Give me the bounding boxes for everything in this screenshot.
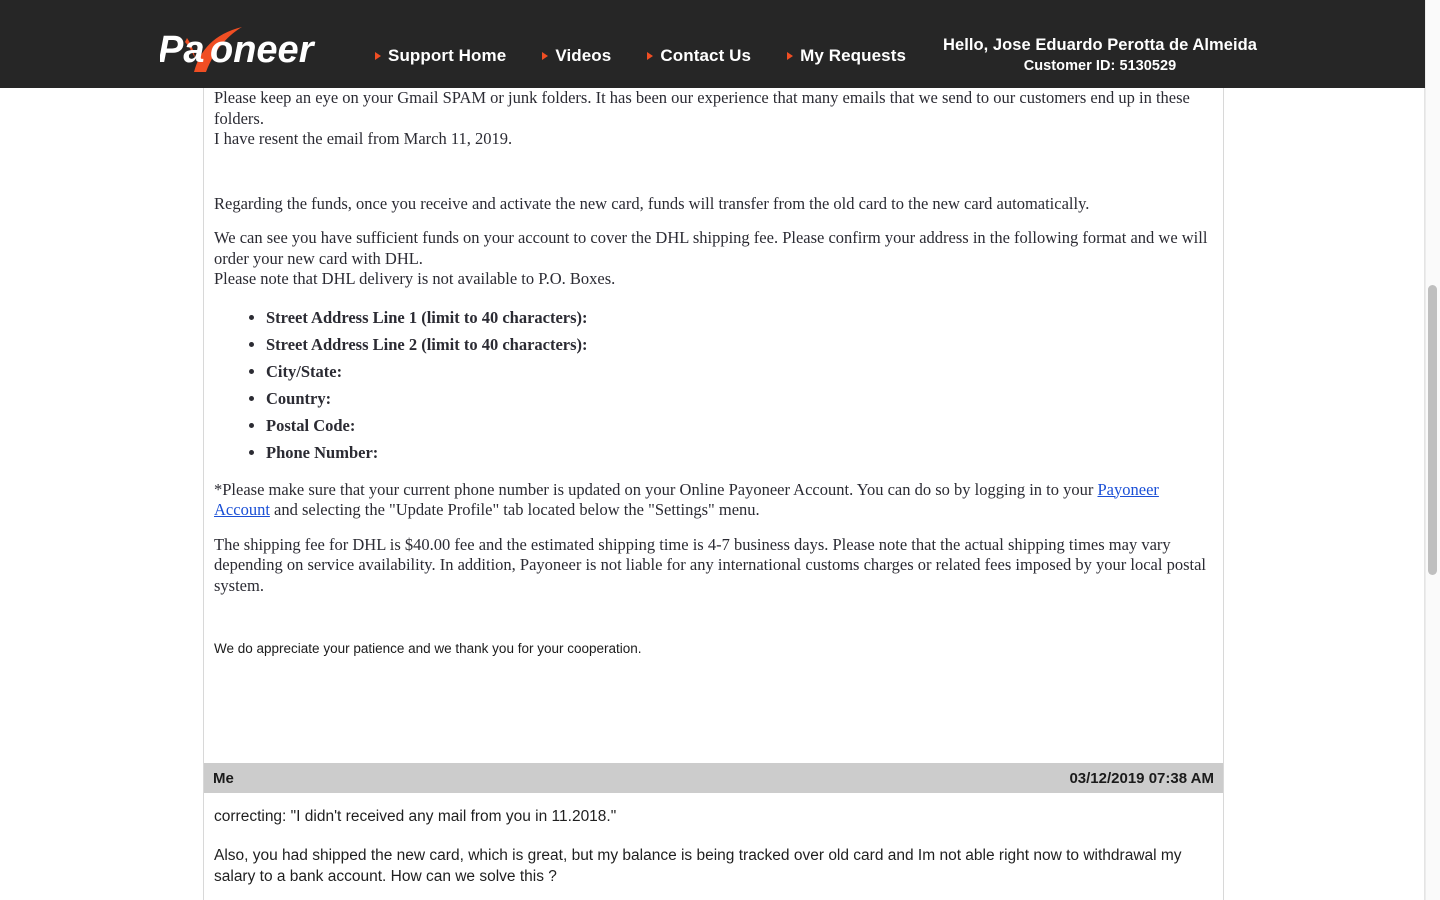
nav-item-videos[interactable]: Videos — [542, 46, 611, 66]
nav-item-label: My Requests — [800, 46, 907, 65]
svg-text:oneer: oneer — [210, 29, 316, 71]
agent-paragraph-5: Please note that DHL delivery is not ava… — [214, 269, 616, 288]
address-format-list: Street Address Line 1 (limit to 40 chara… — [214, 304, 1213, 466]
phone-note-text-before: *Please make sure that your current phon… — [214, 479, 1098, 499]
list-item: Street Address Line 1 (limit to 40 chara… — [266, 304, 1213, 331]
message-author: Me — [213, 769, 234, 787]
content-right-rule — [1223, 88, 1224, 900]
nav-item-label: Contact Us — [660, 46, 752, 65]
list-item: Postal Code: — [266, 412, 1213, 439]
list-item: Phone Number: — [266, 439, 1213, 466]
agent-paragraph-3: Regarding the funds, once you receive an… — [214, 193, 1090, 213]
agent-shipping-note: The shipping fee for DHL is $40.00 fee a… — [214, 534, 1207, 595]
triangle-right-icon — [787, 52, 794, 60]
user-message-body: correcting: "I didn't received any mail … — [204, 806, 1223, 887]
triangle-right-icon — [375, 52, 381, 60]
triangle-right-icon — [542, 52, 549, 60]
list-item: Country: — [266, 385, 1213, 412]
phone-note-text-after: and selecting the "Update Profile" tab l… — [269, 500, 760, 519]
content-frame: Pa oneer Support Home Videos Contact Us — [0, 0, 1425, 900]
list-item: City/State: — [266, 358, 1213, 385]
agent-paragraph-2: I have resent the email from March 11, 2… — [214, 129, 513, 148]
user-greeting: Hello, Jose Eduardo Perotta de Almeida C… — [930, 36, 1270, 74]
nav-item-contact-us[interactable]: Contact Us — [647, 46, 751, 66]
user-message-header: Me 03/12/2019 07:38 AM — [204, 763, 1223, 793]
user-paragraph-1: correcting: "I didn't received any mail … — [214, 808, 617, 825]
support-ticket-page: Pa oneer Support Home Videos Contact Us — [0, 0, 1440, 900]
agent-paragraph-1: Please keep an eye on your Gmail SPAM or… — [214, 88, 1190, 128]
nav-item-support-home[interactable]: Support Home — [375, 46, 506, 66]
nav-item-label: Support Home — [388, 46, 507, 65]
customer-id: Customer ID: 5130529 — [1023, 58, 1177, 74]
site-header: Pa oneer Support Home Videos Contact Us — [0, 0, 1425, 88]
agent-closing-note: We do appreciate your patience and we th… — [214, 641, 642, 656]
vertical-scrollbar[interactable] — [1425, 0, 1440, 900]
triangle-right-icon — [647, 52, 654, 60]
user-paragraph-2: Also, you had shipped the new card, whic… — [214, 847, 1182, 885]
agent-phone-note: *Please make sure that your current phon… — [214, 480, 1213, 521]
message-timestamp: 03/12/2019 07:38 AM — [1069, 769, 1214, 787]
list-item: Street Address Line 2 (limit to 40 chara… — [266, 331, 1213, 358]
agent-paragraph-4: We can see you have sufficient funds on … — [214, 228, 1208, 268]
nav-item-my-requests[interactable]: My Requests — [787, 46, 906, 66]
message-thread: Please keep an eye on your Gmail SPAM or… — [204, 88, 1223, 658]
svg-text:Pa: Pa — [160, 29, 204, 71]
agent-message-body: Please keep an eye on your Gmail SPAM or… — [204, 88, 1223, 658]
nav-item-label: Videos — [555, 46, 612, 65]
payoneer-logo[interactable]: Pa oneer — [160, 24, 335, 74]
scrollbar-thumb[interactable] — [1428, 285, 1437, 575]
main-navigation: Support Home Videos Contact Us My Reques… — [375, 46, 906, 66]
greeting-name: Hello, Jose Eduardo Perotta de Almeida — [943, 36, 1257, 54]
